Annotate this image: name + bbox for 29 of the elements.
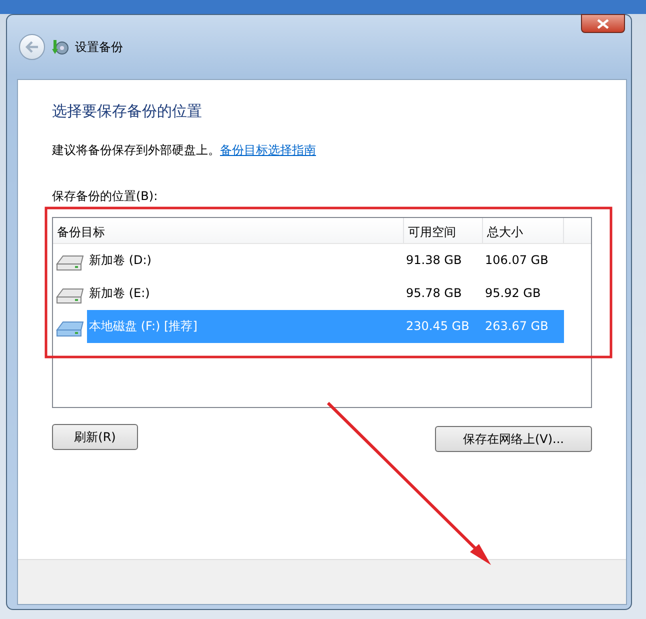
drive-name: 本地磁盘 (F:) [推荐] <box>88 318 198 335</box>
list-label: 保存备份的位置(B): <box>52 188 159 204</box>
drive-name: 新加卷 (E:) <box>88 285 151 302</box>
back-arrow-icon <box>25 41 39 53</box>
column-header[interactable]: 备份目标 <box>53 218 404 242</box>
free-space: 95.78 GB <box>405 285 463 302</box>
close-button[interactable] <box>581 14 625 33</box>
free-space: 91.38 GB <box>405 252 463 269</box>
drive-name: 新加卷 (D:) <box>88 252 152 269</box>
window-title: 设置备份 <box>75 39 123 56</box>
total-size: 263.67 GB <box>484 318 550 335</box>
backup-icon <box>51 38 69 56</box>
free-space: 230.45 GB <box>405 318 470 335</box>
save-on-network-button[interactable]: 保存在网络上(V)... <box>435 426 592 452</box>
refresh-button[interactable]: 刷新(R) <box>52 424 138 450</box>
description-text: 建议将备份保存到外部硬盘上。 <box>52 142 220 158</box>
back-button[interactable] <box>19 34 45 60</box>
destination-row[interactable]: 新加卷 (D:) 91.38 GB 106.07 GB <box>87 244 564 276</box>
total-size: 95.92 GB <box>484 285 542 302</box>
guide-link[interactable]: 备份目标选择指南 <box>220 140 316 158</box>
close-icon <box>597 18 609 28</box>
column-header[interactable]: 可用空间 <box>404 218 483 242</box>
hard-drive-icon <box>55 320 85 338</box>
page-heading: 选择要保存备份的位置 <box>52 101 203 122</box>
hard-drive-icon <box>55 254 85 272</box>
column-header[interactable]: 总大小 <box>483 218 564 242</box>
total-size: 106.07 GB <box>484 252 550 269</box>
destination-row[interactable]: 新加卷 (E:) 95.78 GB 95.92 GB <box>87 276 564 310</box>
hard-drive-icon <box>55 287 85 305</box>
